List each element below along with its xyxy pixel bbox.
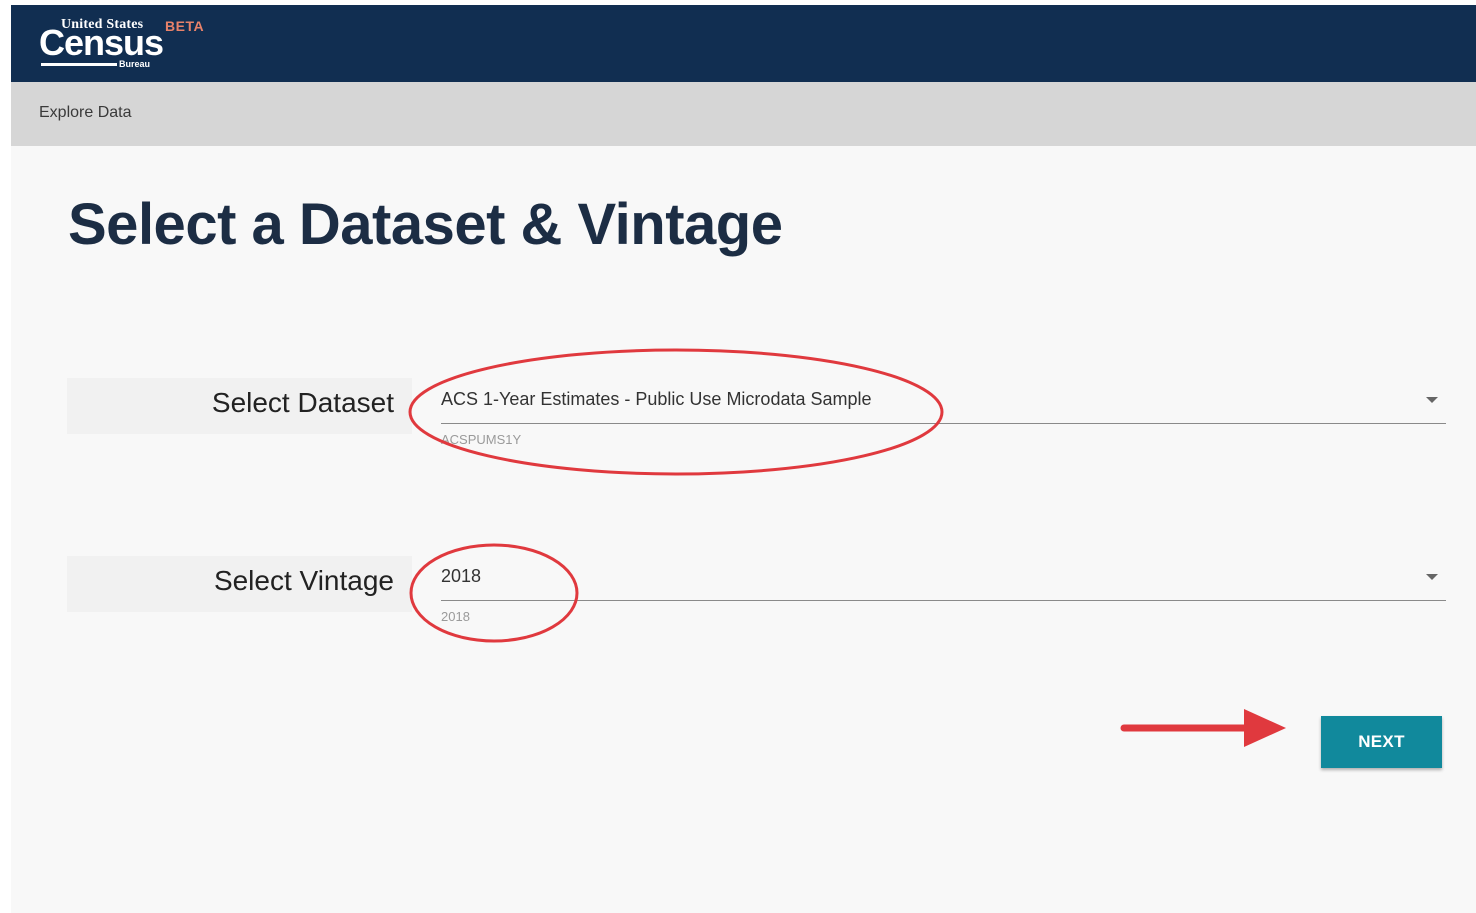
breadcrumb-bar: Explore Data (11, 82, 1476, 146)
vintage-helper-text: 2018 (441, 609, 470, 624)
logo-bureau: Bureau (119, 59, 151, 69)
vintage-select-value: 2018 (441, 566, 482, 586)
chevron-down-icon[interactable] (1426, 397, 1438, 403)
page-title: Select a Dataset & Vintage (68, 192, 783, 257)
page-frame: United States Census Bureau BETA Explore… (11, 5, 1476, 913)
vintage-label-box: Select Vintage (67, 556, 412, 612)
logo-underline (41, 63, 117, 66)
breadcrumb-explore-data[interactable]: Explore Data (39, 104, 132, 122)
dataset-label-box: Select Dataset (67, 378, 412, 434)
census-logo[interactable]: United States Census Bureau BETA (39, 15, 239, 75)
vintage-select[interactable]: 2018 (441, 556, 1446, 601)
vintage-label: Select Vintage (213, 565, 394, 596)
dataset-helper-text: ACSPUMS1Y (441, 432, 522, 447)
dataset-label: Select Dataset (211, 387, 394, 418)
beta-badge: BETA (165, 18, 205, 34)
logo-census: Census (39, 22, 164, 63)
top-navbar: United States Census Bureau BETA (11, 5, 1476, 82)
dataset-select[interactable]: ACS 1-Year Estimates - Public Use Microd… (441, 379, 1446, 424)
next-button[interactable]: NEXT (1321, 716, 1442, 768)
dataset-select-value: ACS 1-Year Estimates - Public Use Microd… (441, 389, 872, 409)
chevron-down-icon[interactable] (1426, 574, 1438, 580)
